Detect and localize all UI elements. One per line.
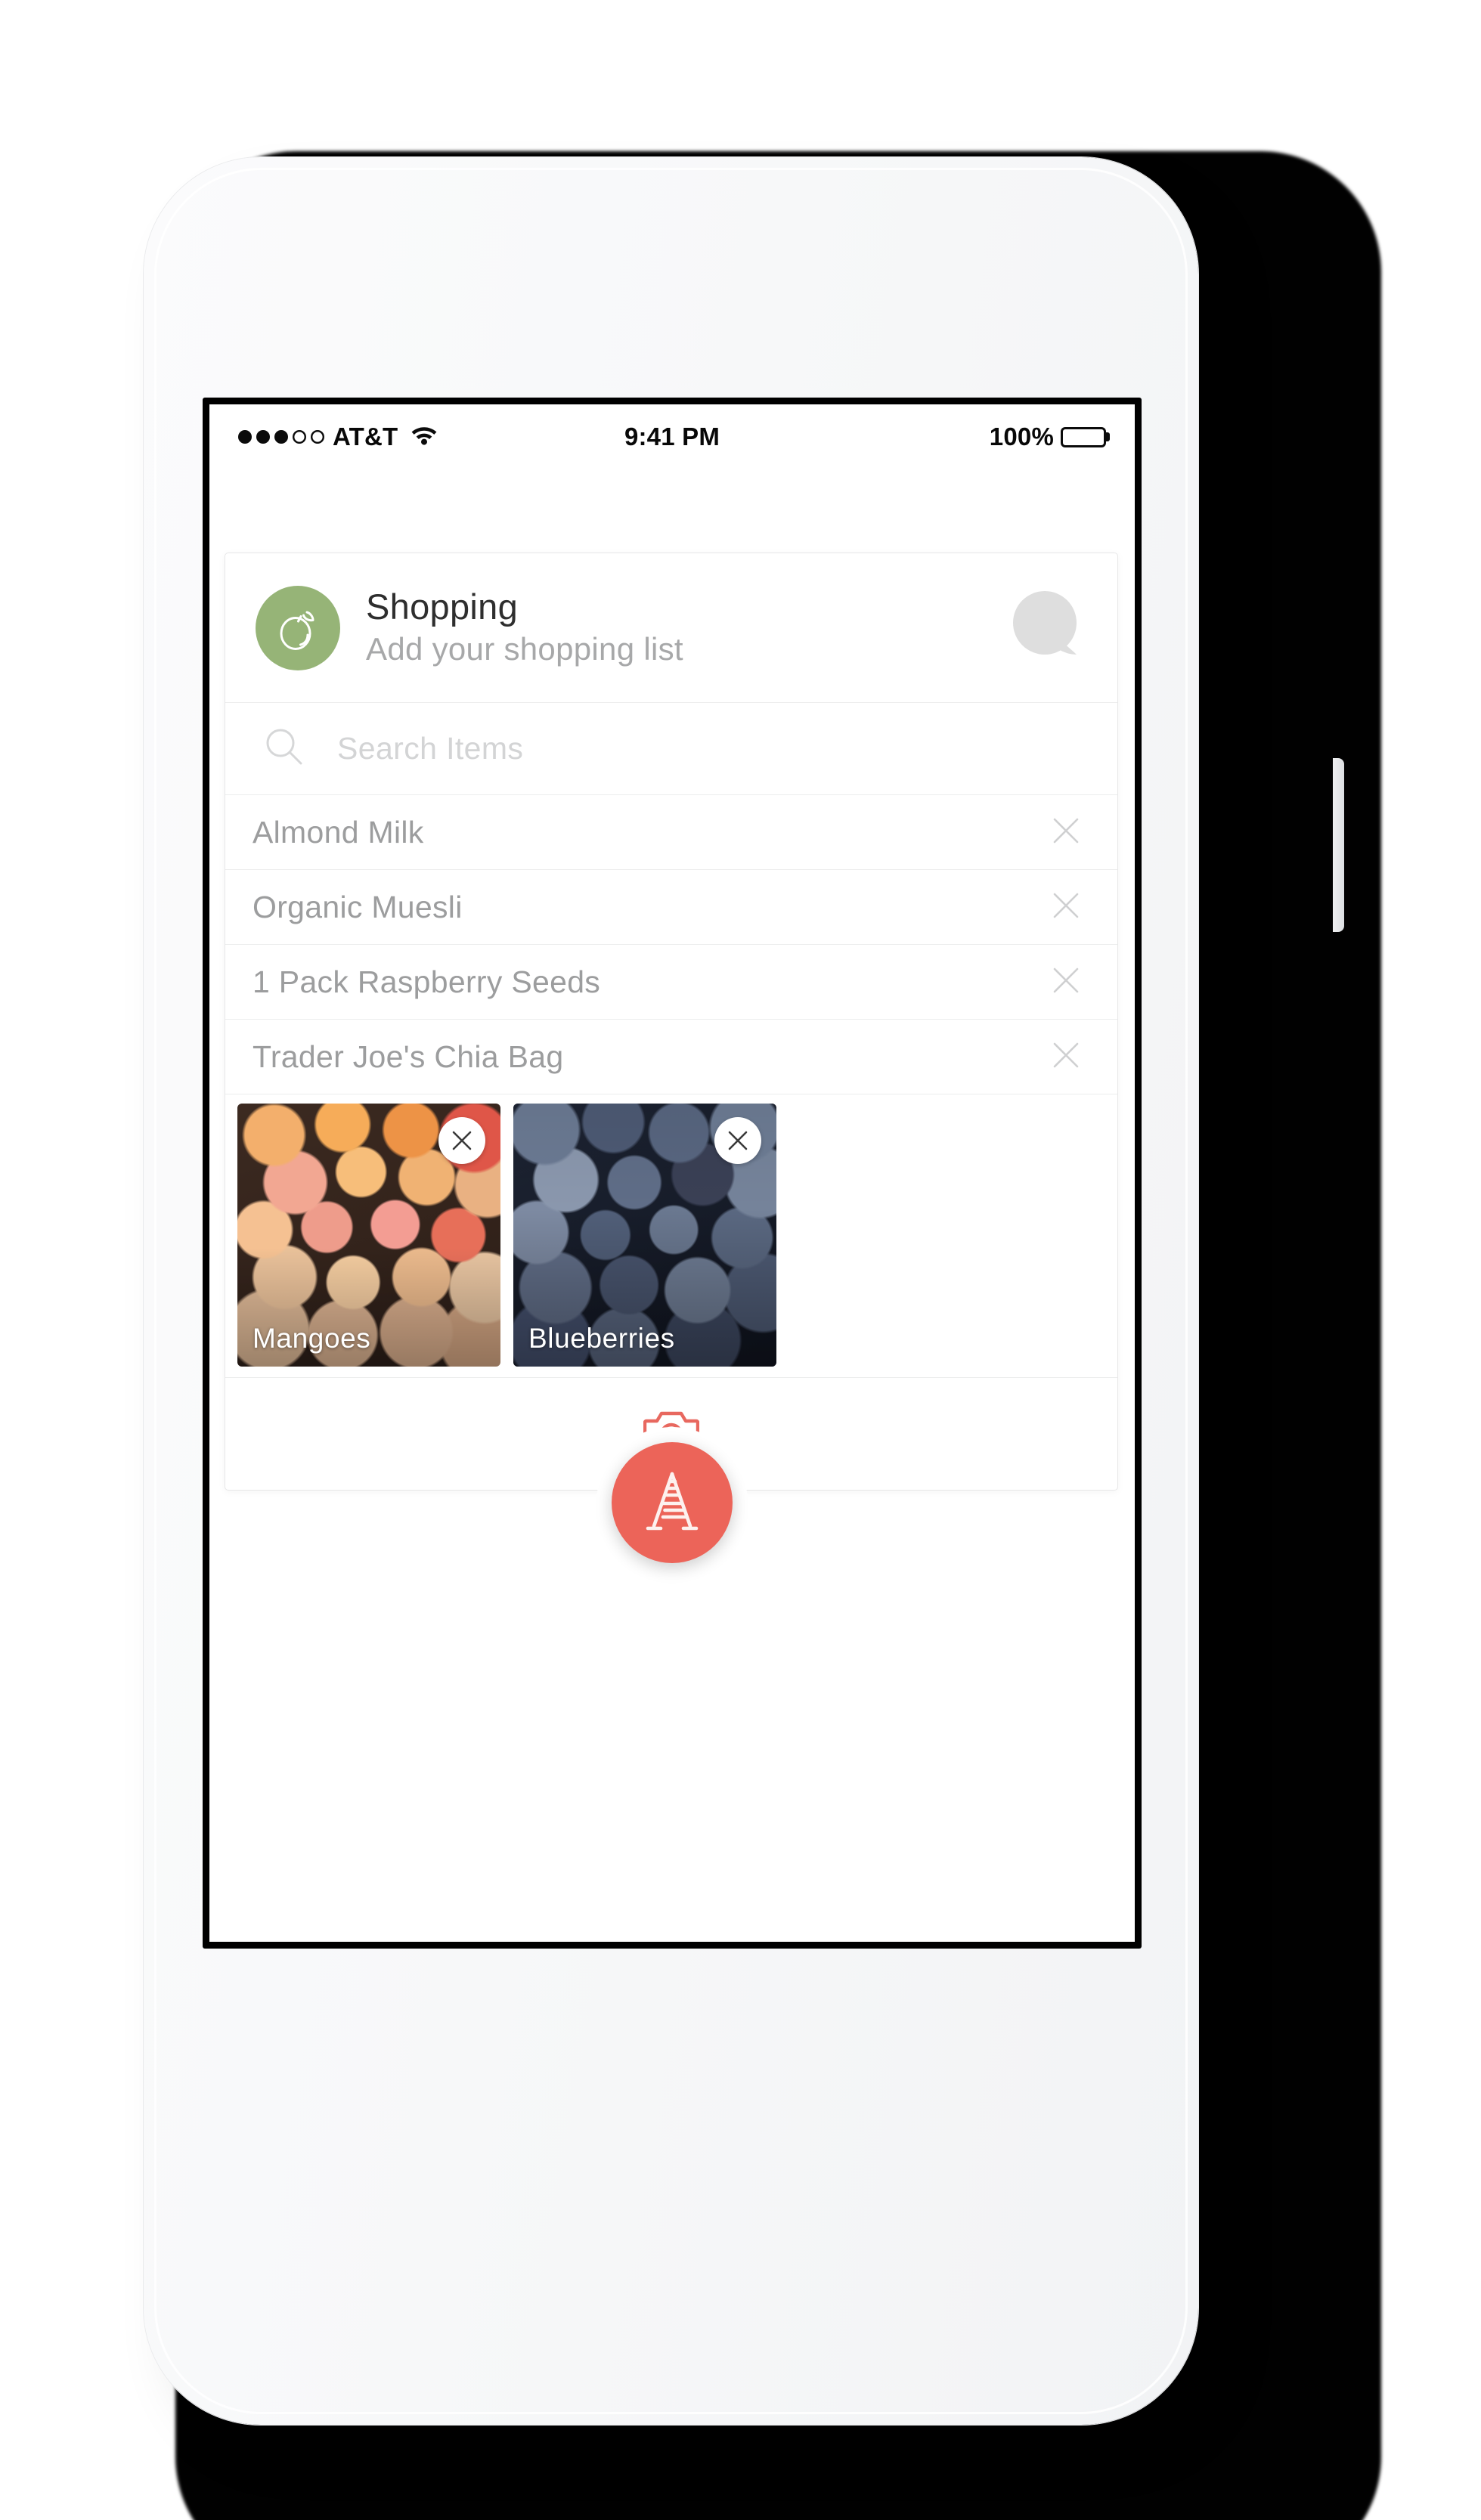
close-x-icon[interactable] [1049,964,1083,1001]
list-item[interactable]: 1 Pack Raspberry Seeds [225,945,1117,1020]
search-input[interactable]: Search Items [337,731,523,766]
search-bar[interactable]: Search Items [225,703,1117,795]
list-item[interactable]: Trader Joe's Chia Bag [225,1020,1117,1094]
close-x-icon[interactable] [1049,814,1083,851]
photo-card-mangoes[interactable]: Mangoes [237,1104,500,1367]
add-item-fab-button[interactable] [612,1442,733,1563]
search-icon [265,727,304,770]
shopping-list-card: Shopping Add your shopping list Search I… [225,553,1118,1491]
list-item[interactable]: Organic Muesli [225,870,1117,945]
card-header: Shopping Add your shopping list [225,553,1117,703]
close-x-icon[interactable] [1049,1039,1083,1076]
comment-bubble-icon[interactable] [1010,590,1083,666]
photo-card-blueberries[interactable]: Blueberries [513,1104,776,1367]
avatar[interactable] [256,585,340,670]
apple-fruit-icon [280,611,314,650]
close-x-icon[interactable] [1049,889,1083,926]
status-bar-left: AT&T [238,423,438,452]
battery-percent-label: 100% [989,423,1054,450]
cellular-signal-icon [238,430,324,444]
list-item-label: 1 Pack Raspberry Seeds [253,964,601,999]
list-item-label: Trader Joe's Chia Bag [253,1039,564,1074]
power-button[interactable] [1333,758,1344,932]
status-bar-right: 100% [989,423,1110,451]
close-x-icon[interactable] [714,1117,761,1164]
page-title: Shopping [366,586,519,627]
photo-card-label: Blueberries [528,1323,675,1354]
list-item[interactable]: Almond Milk [225,795,1117,870]
list-item-label: Almond Milk [253,814,424,850]
screenshot-stage: AT&T 9:41 PM 100% Shopping Add your shop… [0,0,1481,2520]
phone-screen: AT&T 9:41 PM 100% Shopping Add your shop… [209,404,1135,1942]
list-item-label: Organic Muesli [253,889,463,924]
status-bar: AT&T 9:41 PM 100% [209,404,1135,469]
header-text-block: Shopping Add your shopping list [366,587,683,668]
close-x-icon[interactable] [438,1117,485,1164]
ladder-a-logo-icon [646,1472,699,1531]
photo-grid: Mangoes Blueberries [225,1094,1117,1378]
photo-card-label: Mangoes [253,1323,371,1354]
wifi-icon [411,423,438,452]
page-subtitle: Add your shopping list [366,630,683,667]
carrier-label: AT&T [333,423,398,450]
battery-full-icon [1061,426,1110,447]
